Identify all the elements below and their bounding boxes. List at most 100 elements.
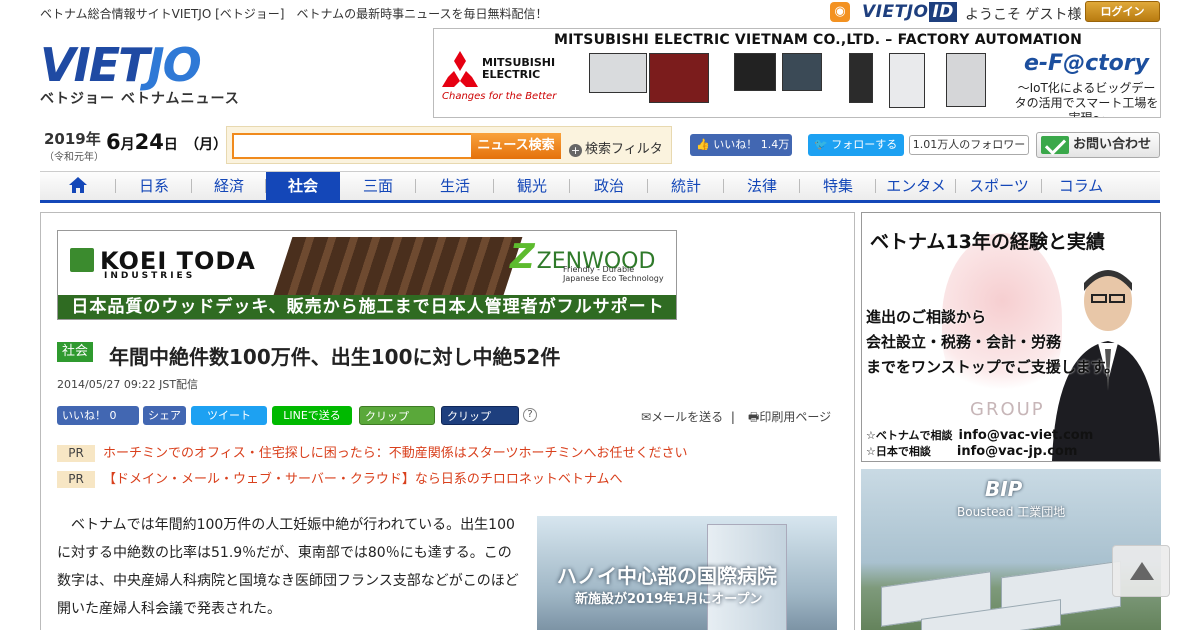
koei-industries: INDUSTRIES (104, 271, 196, 281)
nav-item-nikkei[interactable]: 日系 (116, 172, 192, 200)
nav-item-seikatsu[interactable]: 生活 (416, 172, 494, 200)
main-nav: 日系 経済 社会 三面 生活 観光 政治 統計 法律 特集 エンタメ スポーツ … (40, 171, 1160, 203)
nav-item-tokei[interactable]: 統計 (648, 172, 724, 200)
date-day-unit: 日 (163, 137, 178, 153)
contact-button[interactable]: お問い合わせ (1036, 132, 1160, 158)
product-image (589, 53, 647, 93)
date-search-row: 2019年 （令和元年） 6月24日 （月） ニュース検索 + 検索フィルタ 👍 … (40, 126, 1160, 166)
vac-ad-title: ベトナム13年の経験と実績 (870, 231, 1105, 253)
vac-contact-vietnam: ☆ベトナムで相談 info@vac-viet.com (866, 427, 1093, 443)
nav-item-seiji[interactable]: 政治 (570, 172, 648, 200)
back-to-top-button[interactable] (1112, 545, 1170, 597)
vietjo-id-text: VIETJO (862, 2, 929, 22)
news-search-button[interactable]: ニュース検索 (471, 133, 561, 159)
date-month: 6 (106, 130, 121, 154)
contact-label: お問い合わせ (1073, 137, 1152, 152)
separator: | (730, 410, 735, 424)
vac-ad-line3: までをワンストップでご支援します。 (866, 358, 1120, 376)
date-day: 24 (134, 130, 164, 154)
date-month-day: 6月24日 （月） (106, 130, 227, 154)
top-bar: ベトナム総合情報サイトVIETJO [ベトジョー] ベトナムの最新時事ニュースを… (40, 0, 1160, 24)
date-year: 2019年 (44, 130, 101, 148)
nav-home[interactable] (40, 172, 116, 200)
pr-link[interactable]: ホーチミンでのオフィス・住宅探しに困ったら：不動産関係はスターツホーチミンへお任… (103, 445, 687, 462)
logo-viet: VIET (40, 38, 150, 92)
product-image (889, 53, 925, 108)
print-page-link[interactable]: 🖶印刷用ページ (748, 408, 831, 429)
twitter-bird-icon: 🐦 (814, 138, 828, 151)
date-era: （令和元年） (44, 152, 104, 163)
search-input[interactable] (232, 133, 474, 159)
vietjo-id-suffix: ID (929, 2, 957, 22)
vac-contact1-email: info@vac-viet.com (958, 428, 1094, 443)
clip-button[interactable]: クリップ (359, 406, 435, 425)
clip-vj-button[interactable]: クリップ (441, 406, 519, 425)
mitsubishi-banner-ad[interactable]: MITSUBISHI ELECTRIC VIETNAM CO.,LTD. – F… (433, 28, 1161, 118)
koei-ad-strip: 日本品質のウッドデッキ、販売から施工まで日本人管理者がフルサポート (58, 295, 676, 319)
product-image (649, 53, 709, 103)
product-image (734, 53, 776, 91)
mitsubishi-diamonds-icon (442, 51, 478, 87)
hospital-ad-headline: ハノイ中心部の国際病院 (557, 564, 777, 588)
vac-group-label: GROUP (970, 399, 1045, 420)
zenwood-subtitle: Friendly - Durable Japanese Eco Technolo… (563, 265, 664, 283)
line-share-button[interactable]: LINEで送る (272, 406, 352, 425)
nav-item-keizai[interactable]: 経済 (192, 172, 266, 200)
boustead-name: Boustead 工業団地 (957, 505, 1066, 519)
logo-jo: JO (147, 38, 202, 92)
banner-headline: MITSUBISHI ELECTRIC VIETNAM CO.,LTD. – F… (554, 32, 1082, 48)
vac-contact2-label: ☆日本で相談 (866, 445, 931, 458)
mitsubishi-name: MITSUBISHI ELECTRIC (482, 57, 555, 81)
print-page-label: 印刷用ページ (759, 410, 832, 424)
koei-toda-banner-ad[interactable]: KOEI TODA INDUSTRIES ZZENWOOD Friendly -… (57, 230, 677, 320)
facebook-like-share-button[interactable]: いいね！ 0 (57, 406, 139, 425)
nav-item-sanmen[interactable]: 三面 (340, 172, 416, 200)
welcome-text: ようこそ ゲスト様 (965, 7, 1082, 23)
facebook-like-button[interactable]: 👍 いいね！ 1.4万 (690, 134, 792, 156)
hospital-ad-subline: 新施設が2019年1月にオープン (575, 592, 763, 607)
pr-badge: PR (57, 471, 95, 488)
wood-deck-image (273, 237, 523, 295)
vac-contact2-email: info@vac-jp.com (956, 444, 1078, 459)
vac-contact1-label: ☆ベトナムで相談 (866, 429, 953, 442)
brand-tagline: Changes for the Better (442, 91, 557, 102)
article-published-date: 2014/05/27 09:22 JST配信 (57, 378, 199, 391)
mail-icon: ✉ (641, 410, 652, 424)
zenwood-z-icon: Z (510, 237, 535, 277)
facebook-share-button[interactable]: シェア (143, 406, 186, 425)
twitter-follow-button[interactable]: 🐦 フォローする (808, 134, 904, 156)
category-badge[interactable]: 社会 (57, 342, 94, 362)
brand-line2: ELECTRIC (482, 68, 541, 81)
search-box: ニュース検索 + 検索フィルタ (226, 126, 672, 164)
hospital-inline-ad[interactable]: ハノイ中心部の国際病院 新施設が2019年1月にオープン (537, 516, 837, 630)
nav-item-entame[interactable]: エンタメ (876, 172, 956, 200)
nav-item-column[interactable]: コラム (1042, 172, 1120, 200)
pr-link[interactable]: 【ドメイン・メール・ウェブ・サーバー・クラウド】なら日系のチロロネットベトナムへ (103, 471, 622, 488)
facebook-thumb-icon: 👍 (696, 138, 710, 151)
search-filter-link[interactable]: + 検索フィルタ (569, 138, 663, 157)
twitter-follow-label: フォローする (831, 138, 898, 151)
nav-item-horitsu[interactable]: 法律 (724, 172, 800, 200)
rss-icon[interactable]: ◉ (830, 2, 850, 22)
logo-mark: VIETJO (40, 40, 240, 90)
page: ベトナム総合情報サイトVIETJO [ベトジョー] ベトナムの最新時事ニュースを… (40, 0, 1170, 630)
checkmark-icon (1041, 136, 1069, 154)
login-button[interactable]: ログイン (1085, 1, 1160, 22)
nav-item-shakai[interactable]: 社会 (266, 172, 340, 200)
nav-item-sports[interactable]: スポーツ (956, 172, 1042, 200)
nav-item-kanko[interactable]: 観光 (494, 172, 570, 200)
nav-item-tokushu[interactable]: 特集 (800, 172, 876, 200)
product-image (782, 53, 822, 91)
article-body: ベトナムでは年間約100万件の人工妊娠中絶が行われている。出生100に対する中絶… (57, 517, 519, 617)
vac-group-sidebar-ad[interactable]: ベトナム13年の経験と実績 進出のご相談から 会社設立・税務・会計・労務 までを… (861, 212, 1161, 462)
tweet-button[interactable]: ツイート (191, 406, 267, 425)
printer-icon: 🖶 (748, 410, 760, 424)
site-logo[interactable]: VIETJO ベトジョー ベトナムニュース (40, 40, 240, 108)
send-mail-link[interactable]: ✉メールを送る | (641, 408, 735, 425)
vac-contact-japan: ☆日本で相談 info@vac-jp.com (866, 443, 1077, 459)
efactory-logo: e-F@ctory (1024, 51, 1149, 76)
logo-subtitle: ベトジョー ベトナムニュース (40, 91, 240, 107)
help-icon[interactable]: ? (523, 408, 537, 422)
site-tagline: ベトナム総合情報サイトVIETJO [ベトジョー] ベトナムの最新時事ニュースを… (40, 7, 548, 21)
vietjo-id-logo[interactable]: VIETJO ID (862, 2, 957, 22)
